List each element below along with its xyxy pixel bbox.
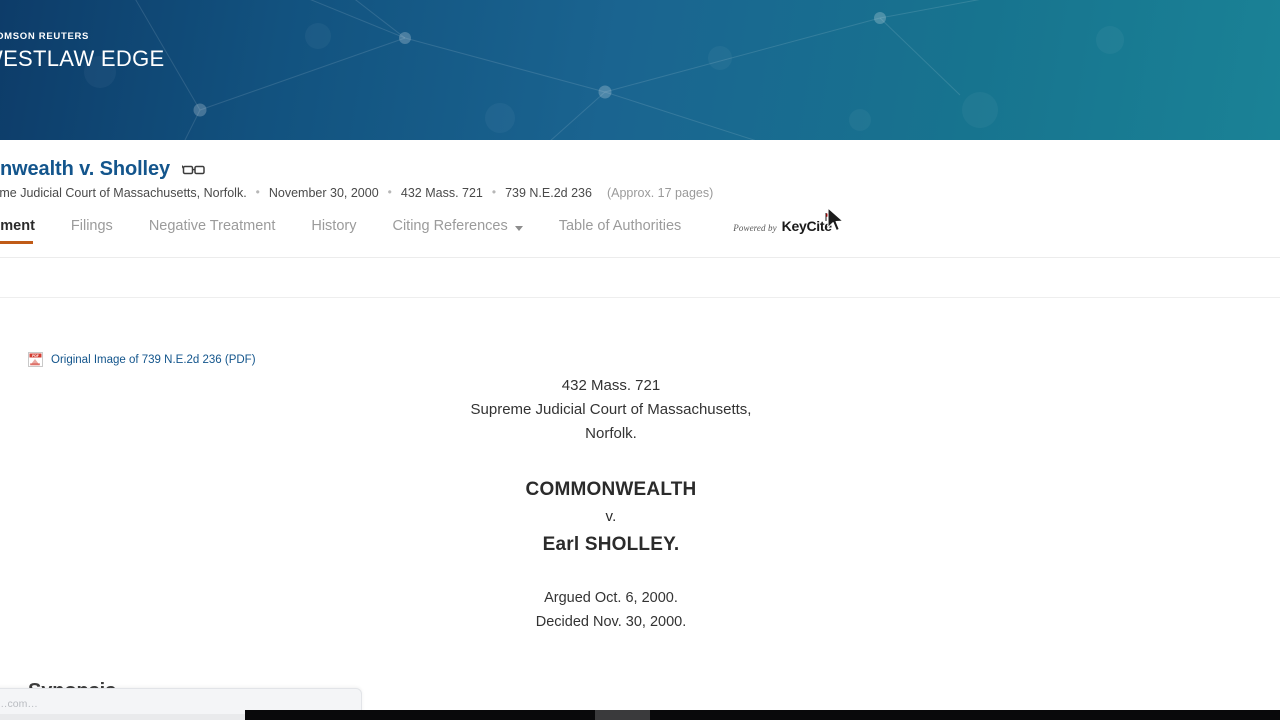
- caption-decided-date: Decided Nov. 30, 2000.: [535, 614, 687, 630]
- network-pattern-decoration: [84, 0, 1124, 140]
- brand-org-name: THOMSON REUTERS: [0, 31, 90, 42]
- tab-document[interactable]: Document: [0, 212, 35, 250]
- tab-citing-references-label: Citing References: [392, 218, 508, 234]
- westlaw-banner: THOMSON REUTERS WESTLAW EDGE: [0, 0, 1280, 140]
- meta-separator-2: •: [387, 185, 392, 199]
- brand-product-name: WESTLAW EDGE: [0, 45, 165, 71]
- browser-status-url-text: …com…: [0, 698, 38, 710]
- original-image-pdf-label: Original Image of 739 N.E.2d 236 (PDF): [51, 353, 256, 366]
- tab-history-label: History: [311, 218, 357, 234]
- keycite-powered-by-label: Powered by: [733, 223, 777, 233]
- caption-dates-block: Argued Oct. 6, 2000. Decided Nov. 30, 20…: [0, 586, 1222, 634]
- original-image-pdf-link[interactable]: PDF Original Image of 739 N.E.2d 236 (PD…: [28, 352, 256, 367]
- keycite-wordmark: KeyCite: [782, 213, 834, 234]
- caption-court-line-2: Norfolk.: [585, 425, 637, 442]
- bottom-left-strip: [0, 714, 245, 720]
- case-court: Supreme Judicial Court of Massachusetts,…: [0, 186, 247, 200]
- glasses-icon: [182, 165, 205, 175]
- meta-separator-1: •: [255, 185, 260, 199]
- caption-argued-date: Argued Oct. 6, 2000.: [544, 590, 678, 606]
- tab-table-of-authorities[interactable]: Table of Authorities: [559, 212, 682, 250]
- pdf-icon: PDF: [28, 352, 43, 367]
- document-body: PDF Original Image of 739 N.E.2d 236 (PD…: [0, 298, 1280, 720]
- keycite-logo[interactable]: Powered by KeyCite: [733, 212, 834, 234]
- case-metadata: Supreme Judicial Court of Massachusetts,…: [0, 186, 713, 200]
- caption-parties-block: COMMONWEALTH v. Earl SHOLLEY.: [0, 476, 1222, 558]
- caption-reporter-cite: 432 Mass. 721: [561, 377, 661, 394]
- document-toolbar-strip: [0, 258, 1280, 298]
- caption-defendant: Earl SHOLLEY.: [542, 534, 680, 555]
- document-tab-bar: Document Filings Negative Treatment Hist…: [0, 212, 1280, 258]
- tab-filings[interactable]: Filings: [71, 212, 113, 250]
- tab-history[interactable]: History: [311, 212, 356, 250]
- caption-versus: v.: [605, 508, 617, 525]
- meta-separator-3: •: [491, 185, 497, 199]
- case-citation-parallel: 739 N.E.2d 236: [505, 186, 592, 200]
- tab-document-label: Document: [0, 218, 35, 234]
- bottom-black-bar: [245, 710, 1280, 720]
- page-title[interactable]: Commonwealth v. Sholley: [0, 158, 170, 181]
- chevron-down-icon[interactable]: [514, 225, 523, 231]
- case-date: November 30, 2000: [268, 186, 379, 200]
- case-caption-block: 432 Mass. 721 Supreme Judicial Court of …: [0, 374, 1222, 634]
- caption-court-line-1: Supreme Judicial Court of Massachusetts,: [470, 401, 752, 418]
- case-title-row: Commonwealth v. Sholley: [0, 158, 206, 181]
- tab-filings-label: Filings: [70, 218, 113, 234]
- tab-citing-references[interactable]: Citing References: [392, 212, 523, 250]
- tab-negative-treatment-label: Negative Treatment: [148, 218, 276, 234]
- tab-table-of-authorities-label: Table of Authorities: [558, 218, 682, 234]
- browser-viewport: THOMSON REUTERS WESTLAW EDGE Commonwealt…: [0, 0, 1280, 720]
- caption-plaintiff: COMMONWEALTH: [525, 479, 697, 500]
- keycite-red-flag-icon: [825, 213, 834, 221]
- bottom-bar-segment: [595, 710, 650, 720]
- case-citation-official: 432 Mass. 721: [400, 186, 483, 200]
- svg-text:PDF: PDF: [32, 354, 39, 358]
- brand-logo[interactable]: THOMSON REUTERS WESTLAW EDGE: [0, 32, 164, 70]
- case-page-count: (Approx. 17 pages): [606, 186, 714, 200]
- tab-negative-treatment[interactable]: Negative Treatment: [149, 212, 276, 250]
